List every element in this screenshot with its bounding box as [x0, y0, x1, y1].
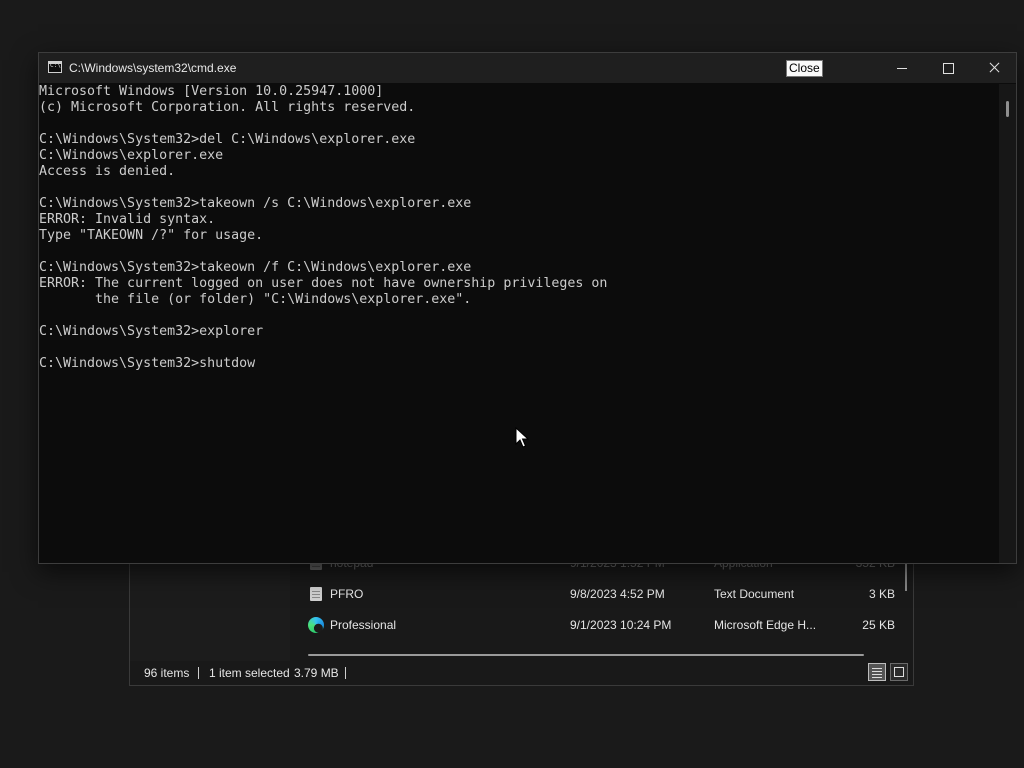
maximize-button[interactable] — [925, 53, 971, 83]
status-separator — [345, 667, 346, 679]
file-date: 9/1/2023 10:24 PM — [570, 618, 672, 632]
console-line: ERROR: The current logged on user does n… — [39, 276, 608, 291]
close-button[interactable] — [971, 53, 1017, 83]
console-output[interactable]: Microsoft Windows [Version 10.0.25947.10… — [39, 84, 999, 564]
close-tooltip: Close — [786, 60, 823, 77]
console-line: Microsoft Windows [Version 10.0.25947.10… — [39, 84, 384, 99]
file-row[interactable]: Professional 9/1/2023 10:24 PM Microsoft… — [308, 613, 895, 637]
selection-count: 1 item selected — [209, 666, 290, 680]
scrollbar-thumb[interactable] — [1006, 101, 1009, 117]
minimize-button[interactable] — [879, 53, 925, 83]
document-icon — [310, 587, 322, 601]
console-line: C:\Windows\System32>takeown /s C:\Window… — [39, 196, 472, 211]
console-line: C:\Windows\System32>explorer — [39, 324, 264, 339]
title-bar[interactable]: C:\Windows\system32\cmd.exe Close — [39, 53, 1016, 83]
window-title: C:\Windows\system32\cmd.exe — [69, 61, 237, 75]
console-line: (c) Microsoft Corporation. All rights re… — [39, 100, 416, 115]
file-size: 3 KB — [868, 587, 895, 601]
file-name: PFRO — [330, 587, 364, 601]
selection-size: 3.79 MB — [294, 666, 339, 680]
console-line: C:\Windows\explorer.exe — [39, 148, 224, 163]
mouse-pointer-icon — [515, 427, 529, 448]
details-view-button[interactable] — [868, 663, 886, 681]
file-row[interactable]: PFRO 9/8/2023 4:52 PM Text Document 3 KB — [308, 582, 895, 606]
file-date: 9/8/2023 4:52 PM — [570, 587, 665, 601]
vertical-scrollbar[interactable] — [999, 84, 1016, 563]
console-line: the file (or folder) "C:\Windows\explore… — [39, 292, 472, 307]
command-prompt-window: C:\Windows\system32\cmd.exe Close Micros… — [38, 52, 1017, 564]
console-line: Type "TAKEOWN /?" for usage. — [39, 228, 264, 243]
large-icons-view-button[interactable] — [890, 663, 908, 681]
console-line: Access is denied. — [39, 164, 176, 179]
item-count: 96 items — [144, 666, 190, 680]
edge-icon — [308, 617, 324, 633]
console-line: C:\Windows\System32>del C:\Windows\explo… — [39, 132, 416, 147]
cmd-icon — [48, 61, 62, 73]
status-bar: 96 items 1 item selected 3.79 MB — [130, 659, 913, 685]
file-name: Professional — [330, 618, 397, 632]
file-type: Text Document — [714, 587, 795, 601]
console-line: ERROR: Invalid syntax. — [39, 212, 216, 227]
status-separator — [198, 667, 199, 679]
horizontal-scrollbar[interactable] — [308, 654, 864, 656]
console-line: C:\Windows\System32>shutdow — [39, 356, 256, 371]
file-size: 25 KB — [862, 618, 895, 632]
file-type: Microsoft Edge H... — [714, 618, 817, 632]
console-line: C:\Windows\System32>takeown /f C:\Window… — [39, 260, 472, 275]
